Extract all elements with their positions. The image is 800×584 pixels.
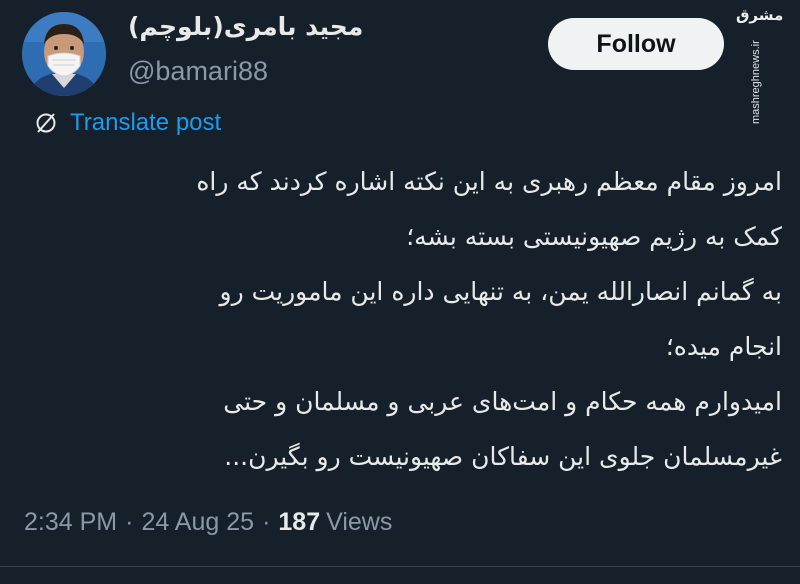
author-handle[interactable]: @bamari88 xyxy=(128,56,268,87)
tweet-line: انجام میده؛ xyxy=(665,332,782,361)
tweet-metadata: 2:34 PM · 24 Aug 25 · 187 Views xyxy=(24,504,392,540)
meta-separator: · xyxy=(125,507,134,536)
watermark-logo: مشرق xyxy=(736,6,784,24)
follow-button[interactable]: Follow xyxy=(548,18,724,70)
divider xyxy=(0,566,800,567)
tweet-card: مجید بامری(بلوچم) @bamari88 Follow مشرق … xyxy=(0,0,800,584)
watermark: مشرق mashreghnews.ir xyxy=(732,4,792,124)
translate-post-link[interactable]: Translate post xyxy=(34,106,221,140)
views-label: Views xyxy=(326,507,393,536)
views-count: 187 xyxy=(278,507,321,536)
tweet-line: به گمانم انصارالله یمن، به تنهایی داره ا… xyxy=(219,277,783,306)
watermark-url: mashreghnews.ir xyxy=(750,40,762,124)
translate-globe-icon xyxy=(36,113,56,133)
tweet-line: غیرمسلمان جلوی این سفاکان صهیونیست رو بگ… xyxy=(224,442,782,471)
tweet-line: امروز مقام معظم رهبری به این نکته اشاره … xyxy=(196,167,782,196)
tweet-line: کمک به رژیم صهیونیستی بسته بشه؛ xyxy=(406,222,782,251)
tweet-date[interactable]: 24 Aug 25 xyxy=(141,508,254,537)
meta-separator: · xyxy=(262,507,271,536)
translate-post-label: Translate post xyxy=(70,109,222,136)
author-display-name[interactable]: مجید بامری(بلوچم) xyxy=(128,12,363,41)
tweet-line: امیدوارم همه حکام و امت‌های عربی و مسلما… xyxy=(223,387,782,416)
tweet-text: امروز مقام معظم رهبری به این نکته اشاره … xyxy=(20,154,782,484)
avatar[interactable] xyxy=(22,12,106,96)
tweet-time[interactable]: 2:34 PM xyxy=(24,508,117,537)
avatar-image xyxy=(22,12,106,96)
